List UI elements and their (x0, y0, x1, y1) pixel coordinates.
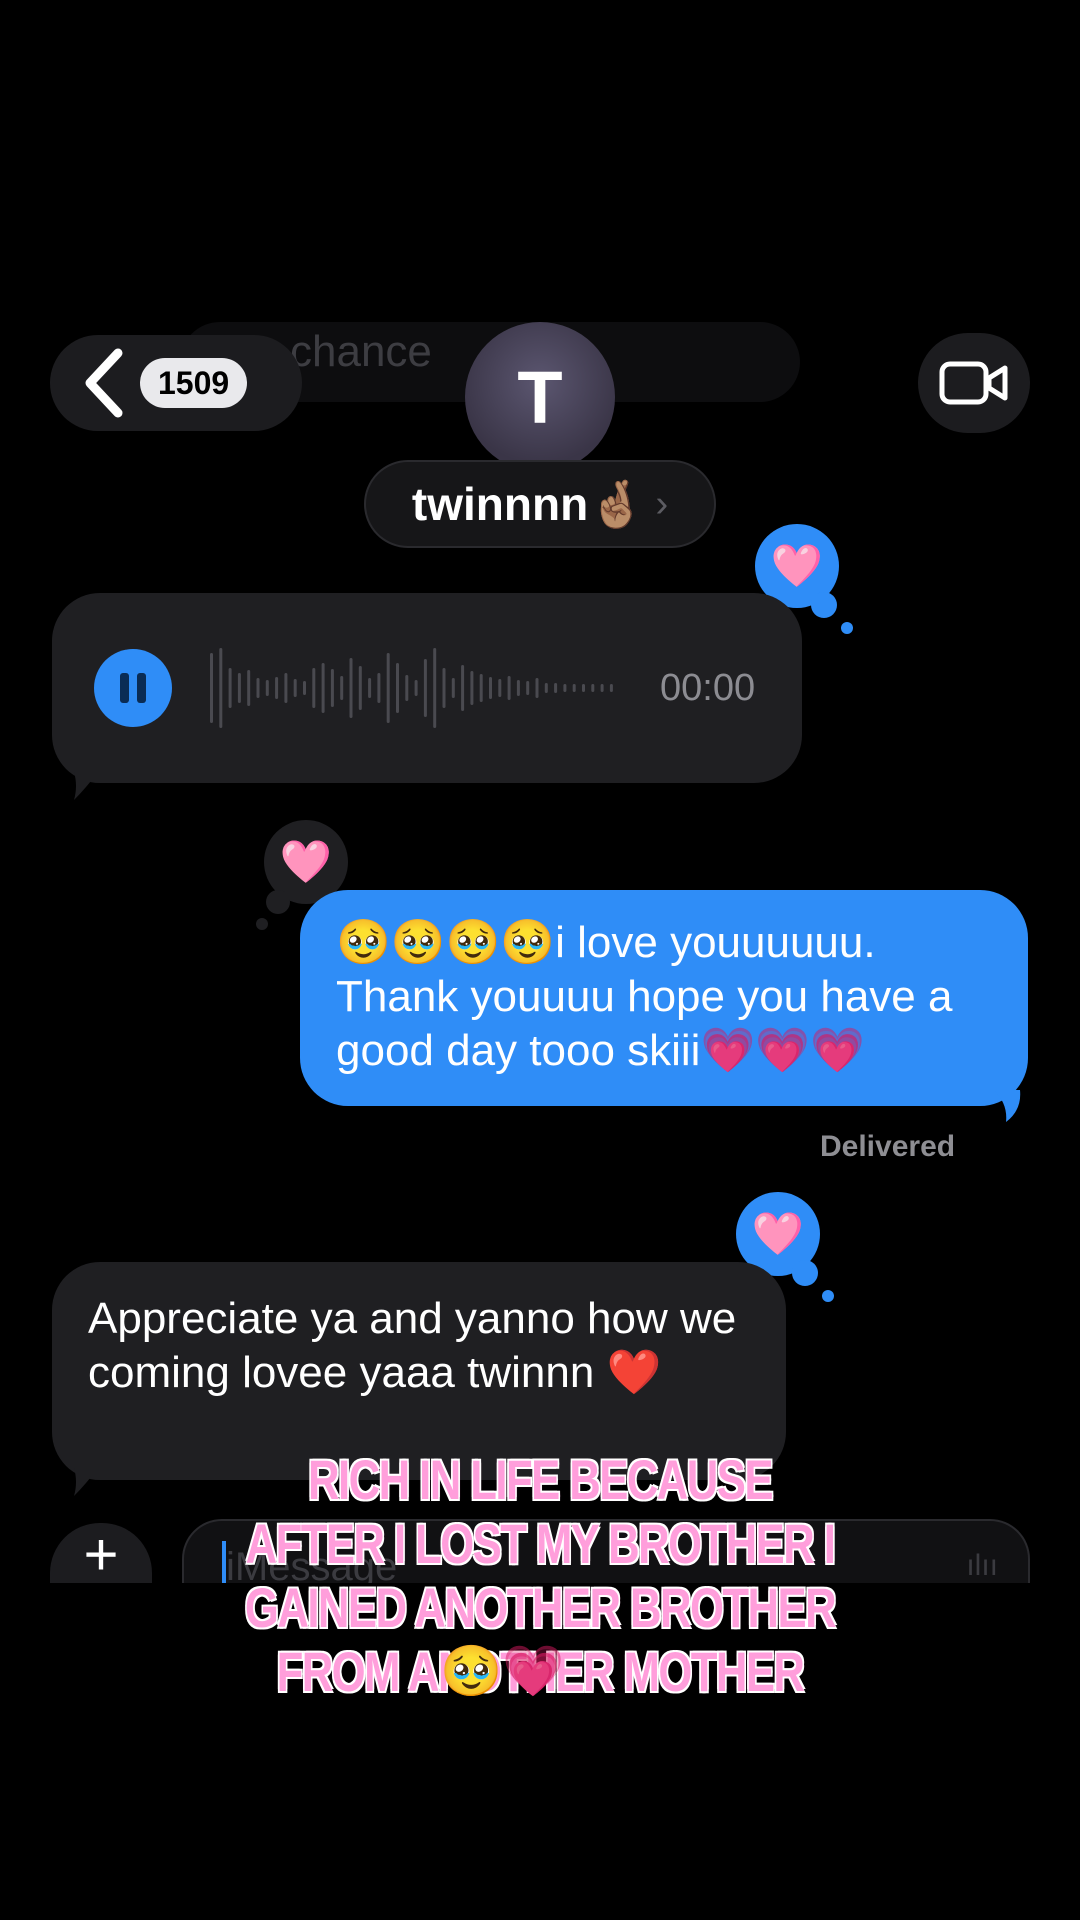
pause-icon (120, 673, 146, 703)
sent-message-text: 🥹🥹🥹🥹i love youuuuuu. Thank youuuu hope y… (336, 918, 953, 1075)
facetime-video-button[interactable] (918, 333, 1030, 433)
back-button[interactable]: 1509 (50, 335, 302, 431)
pause-button[interactable] (94, 649, 172, 727)
chevron-left-icon (85, 348, 123, 418)
pink-heart-icon: 🩷 (770, 541, 824, 589)
unread-count-badge: 1509 (140, 358, 248, 408)
apps-plus-button[interactable]: + (50, 1523, 152, 1583)
audio-duration: 00:00 (660, 666, 756, 709)
bubble-tail (74, 1468, 98, 1496)
sent-message-bubble[interactable]: 🥹🥹🥹🥹i love youuuuuu. Thank youuuu hope y… (300, 890, 1028, 1106)
audio-waveform[interactable] (206, 643, 626, 733)
plus-icon: + (83, 1523, 119, 1583)
pink-heart-icon: 🩷 (279, 837, 333, 885)
bubble-tail (74, 772, 98, 800)
caption-emoji: 🥹💗 (440, 1643, 565, 1699)
chevron-right-icon: › (655, 482, 669, 525)
delivered-status: Delivered (820, 1130, 956, 1163)
video-camera-icon (939, 361, 1008, 405)
avatar-initial: T (517, 355, 563, 439)
pink-heart-icon: 🩷 (751, 1209, 805, 1257)
contact-avatar[interactable]: T (465, 322, 615, 472)
bubble-tail (994, 1090, 1021, 1122)
audio-waveform-icon[interactable]: ılıı (966, 1549, 998, 1583)
received-message-text: Appreciate ya and yanno how we coming lo… (88, 1294, 737, 1397)
contact-name-button[interactable]: twinnnn🤞🏽 › (364, 460, 716, 548)
audio-message-bubble[interactable]: 00:00 (52, 593, 802, 783)
contact-name: twinnnn🤞🏽 (411, 477, 646, 530)
